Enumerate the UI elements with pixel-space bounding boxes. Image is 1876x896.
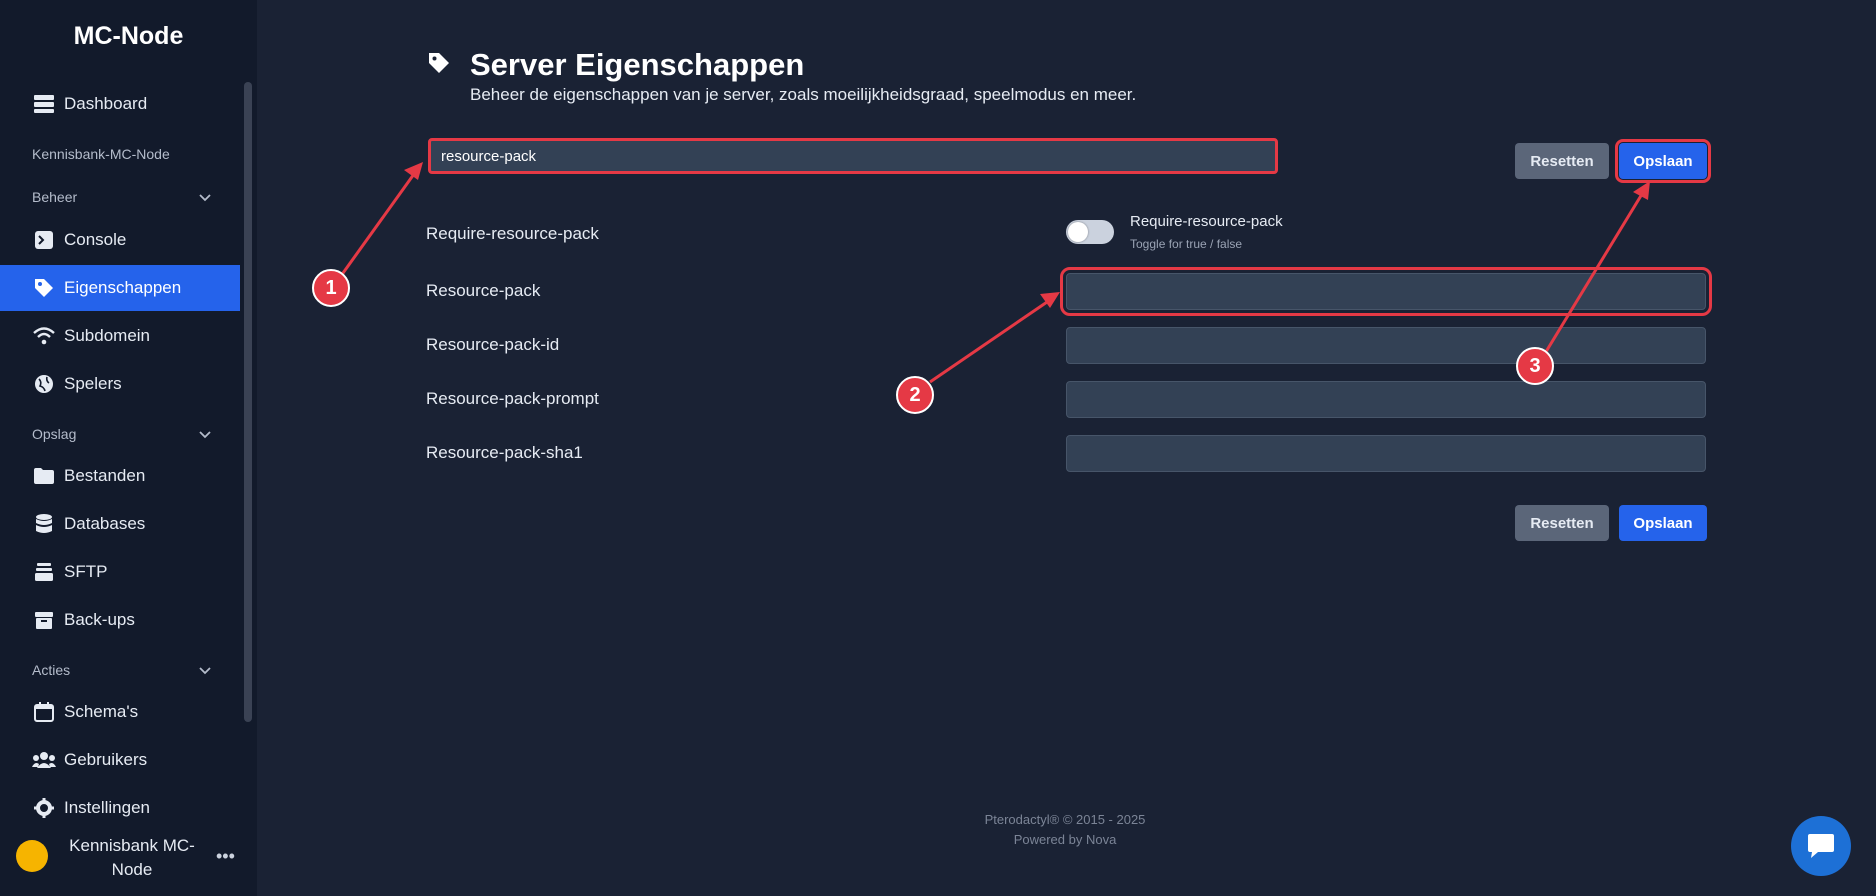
section-opslag[interactable]: Opslag (32, 426, 212, 442)
footer-powered-by: Powered by Nova (1013, 832, 1117, 847)
chevron-down-icon (199, 667, 211, 675)
reset-button-bottom[interactable]: Resetten (1515, 505, 1609, 541)
sidebar-item-label: Schema's (64, 702, 139, 721)
sidebar-item-label: Console (64, 230, 127, 249)
chevron-down-icon (199, 431, 211, 439)
resource-pack-field[interactable] (1060, 267, 1712, 316)
chevron-down-icon (199, 194, 211, 202)
sidebar-item-schemas[interactable]: Schema's (0, 689, 240, 735)
avatar[interactable] (16, 840, 48, 872)
more-options-icon[interactable]: ••• (216, 846, 235, 867)
page-title: Server Eigenschappen (470, 47, 805, 82)
sidebar-item-label: Subdomein (64, 326, 151, 345)
sidebar-item-label: Databases (64, 514, 146, 533)
property-label: Resource-pack (426, 281, 541, 300)
sidebar-item-spelers[interactable]: Spelers (0, 361, 240, 407)
resource-pack-id-field[interactable] (1066, 327, 1706, 364)
tag-icon (32, 276, 56, 300)
sidebar-item-back-ups[interactable]: Back-ups (0, 597, 240, 643)
toggle-label: Require-resource-pack (1130, 213, 1283, 230)
server-icon (32, 92, 56, 116)
sidebar-item-label: Gebruikers (64, 750, 148, 769)
sidebar-item-console[interactable]: Console (0, 217, 240, 263)
tag-icon (429, 53, 449, 73)
calendar-icon (32, 700, 56, 724)
annotation-marker-3: 3 (1516, 347, 1554, 385)
sidebar-item-label: Back-ups (64, 610, 135, 629)
brand-logo[interactable]: MC-Node (0, 22, 257, 51)
sidebar: MC-Node Dashboard Kennisbank-MC-Node Beh… (0, 0, 257, 896)
section-beheer[interactable]: Beheer (32, 189, 212, 205)
sidebar-item-label: Dashboard (64, 94, 148, 113)
annotation-marker-2: 2 (896, 376, 934, 414)
sidebar-item-dashboard[interactable]: Dashboard (0, 81, 240, 127)
resource-pack-sha1-field[interactable] (1066, 435, 1706, 472)
annotation-marker-1: 1 (312, 269, 350, 307)
sidebar-item-subdomein[interactable]: Subdomein (0, 313, 240, 359)
section-acties[interactable]: Acties (32, 662, 212, 678)
chat-icon (1808, 834, 1834, 858)
sidebar-item-gebruikers[interactable]: Gebruikers (0, 737, 240, 783)
reset-button[interactable]: Resetten (1515, 143, 1609, 179)
save-button[interactable]: Opslaan (1615, 139, 1711, 183)
globe-icon (32, 372, 56, 396)
sidebar-item-databases[interactable]: Databases (0, 501, 240, 547)
archive-icon (32, 608, 56, 632)
wifi-icon (32, 324, 56, 348)
sidebar-item-label: Eigenschappen (64, 278, 182, 297)
users-icon (32, 748, 56, 772)
sidebar-item-eigenschappen[interactable]: Eigenschappen (0, 265, 240, 311)
gear-icon (32, 796, 56, 820)
footer-copyright: Pterodactyl® © 2015 - 2025 (984, 812, 1146, 827)
sidebar-item-sftp[interactable]: SFTP (0, 549, 240, 595)
search-input[interactable] (428, 138, 1278, 174)
toggle-hint: Toggle for true / false (1130, 237, 1243, 251)
sidebar-item-bestanden[interactable]: Bestanden (0, 453, 240, 499)
property-label: Resource-pack-prompt (426, 389, 599, 408)
sidebar-item-label: Spelers (64, 374, 122, 393)
property-label: Resource-pack-id (426, 335, 560, 354)
sidebar-item-instellingen[interactable]: Instellingen (0, 785, 240, 831)
section-kennisbank: Kennisbank-MC-Node (32, 146, 170, 162)
sidebar-item-label: Bestanden (64, 466, 146, 485)
require-resource-pack-toggle[interactable] (1066, 220, 1114, 244)
property-label: Require-resource-pack (426, 224, 599, 243)
sidebar-scrollbar[interactable] (244, 82, 252, 722)
user-name: Kennisbank MC-Node (69, 836, 195, 879)
sidebar-item-label: SFTP (64, 562, 108, 581)
resource-pack-prompt-field[interactable] (1066, 381, 1706, 418)
sidebar-item-label: Instellingen (64, 798, 151, 817)
property-label: Resource-pack-sha1 (426, 443, 583, 462)
chat-button[interactable] (1791, 816, 1851, 876)
terminal-icon (32, 228, 56, 252)
page-subtitle: Beheer de eigenschappen van je server, z… (470, 85, 1137, 104)
save-button-bottom[interactable]: Opslaan (1619, 505, 1707, 541)
layers-icon (32, 560, 56, 584)
toggle-knob (1068, 222, 1088, 242)
database-icon (32, 512, 56, 536)
folder-icon (32, 464, 56, 488)
